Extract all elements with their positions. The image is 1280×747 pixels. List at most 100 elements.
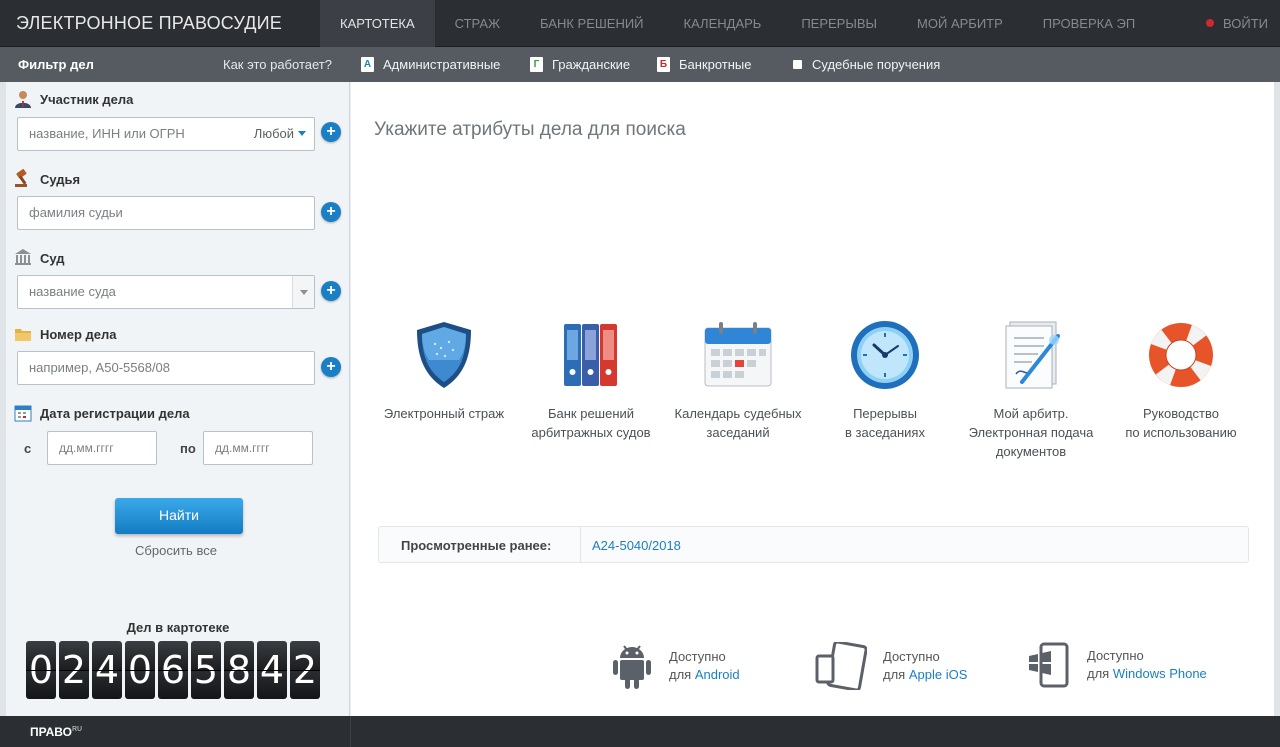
service-calendar[interactable]: Календарь судебных заседаний — [667, 316, 809, 442]
date-from-label: с — [24, 441, 32, 456]
service-line: Электронная подача — [968, 425, 1094, 440]
person-icon — [15, 91, 31, 108]
nav-moy-arbitr[interactable]: МОЙ АРБИТР — [897, 0, 1023, 47]
date-from-placeholder: дд.мм.гггг — [59, 441, 114, 455]
for-label: для — [1087, 666, 1110, 681]
top-navbar: ЭЛЕКТРОННОЕ ПРАВОСУДИЕ КАРТОТЕКА СТРАЖ Б… — [0, 0, 1280, 47]
service-line: арбитражных судов — [531, 425, 651, 440]
role-value: Любой — [253, 126, 294, 141]
category-civil[interactable]: Г Гражданские — [530, 57, 630, 72]
clock-icon — [851, 321, 919, 389]
ios-text: Доступно для Apple iOS — [883, 648, 967, 684]
category-label: Гражданские — [552, 57, 631, 72]
app-windows-phone[interactable]: Доступно для Windows Phone — [1027, 642, 1207, 688]
service-moy-arbitr[interactable]: Мой арбитр. Электронная подача документо… — [961, 316, 1101, 461]
windows-phone-link[interactable]: Windows Phone — [1113, 666, 1207, 681]
counter-digit: 4 — [92, 641, 122, 699]
service-line: Мой арбитр. — [993, 406, 1069, 421]
counter-digit: 5 — [191, 641, 221, 699]
document-icon — [1005, 321, 1060, 389]
lifebuoy-icon — [1149, 323, 1213, 387]
service-line: заседаний — [706, 425, 770, 440]
service-elektronny-strazh[interactable]: Электронный страж — [374, 316, 514, 423]
judge-input[interactable]: фамилия судьи — [17, 196, 315, 230]
add-case-number-button[interactable]: + — [321, 357, 341, 377]
category-label: Административные — [383, 57, 501, 72]
divider — [580, 527, 581, 562]
nav-calendar[interactable]: КАЛЕНДАРЬ — [664, 0, 782, 47]
participant-input[interactable]: название, ИНН или ОГРН Любой — [17, 117, 315, 151]
service-line: Банк решений — [547, 406, 635, 421]
main-panel: Укажите атрибуты дела для поиска Электро… — [351, 82, 1274, 716]
how-it-works-link[interactable]: Как это работает? — [223, 57, 332, 72]
login-dot-icon — [1206, 19, 1215, 27]
cases-counter-label: Дел в картотеке — [126, 620, 230, 635]
date-to-placeholder: дд.мм.гггг — [215, 441, 270, 455]
pravo-logo-text: ПРАВО — [30, 725, 72, 739]
login-link[interactable]: ВОЙТИ — [1206, 0, 1268, 47]
android-link[interactable]: Android — [695, 667, 740, 682]
counter-digit: 6 — [158, 641, 188, 699]
add-participant-button[interactable]: + — [321, 122, 341, 142]
service-line: в заседаниях — [845, 425, 925, 440]
category-label: Банкротные — [679, 57, 752, 72]
badge-g-icon: Г — [530, 57, 543, 72]
case-number-placeholder: например, А50-5568/08 — [29, 360, 171, 375]
nav-pereryvy[interactable]: ПЕРЕРЫВЫ — [781, 0, 897, 47]
case-number-label: Номер дела — [40, 327, 117, 342]
square-icon — [793, 60, 802, 69]
counter-digit: 2 — [59, 641, 89, 699]
footer-bar: ПРАВОRU — [0, 716, 1280, 747]
participant-placeholder: название, ИНН или ОГРН — [29, 126, 185, 141]
date-to-input[interactable]: дд.мм.гггг — [203, 431, 313, 465]
participant-label: Участник дела — [40, 92, 134, 107]
cases-counter: 0 2 4 0 6 5 8 4 2 — [26, 641, 320, 699]
case-number-input[interactable]: например, А50-5568/08 — [17, 351, 315, 385]
windows-phone-text: Доступно для Windows Phone — [1087, 647, 1207, 683]
available-label: Доступно — [1087, 648, 1144, 663]
nav-kartoteka[interactable]: КАРТОТЕКА — [320, 0, 435, 47]
service-line: по использованию — [1125, 425, 1237, 440]
nav-bank-resheniy[interactable]: БАНК РЕШЕНИЙ — [520, 0, 664, 47]
main-nav: КАРТОТЕКА СТРАЖ БАНК РЕШЕНИЙ КАЛЕНДАРЬ П… — [320, 0, 1155, 47]
right-edge — [1274, 82, 1280, 716]
category-bankruptcy[interactable]: Б Банкротные — [657, 57, 752, 72]
service-line: Электронный страж — [383, 406, 505, 421]
service-line: Перерывы — [853, 406, 917, 421]
site-title[interactable]: ЭЛЕКТРОННОЕ ПРАВОСУДИЕ — [16, 13, 282, 34]
counter-digit: 8 — [224, 641, 254, 699]
nav-strazh[interactable]: СТРАЖ — [435, 0, 520, 47]
ios-link[interactable]: Apple iOS — [909, 667, 968, 682]
recent-case-link[interactable]: А24-5040/2018 — [592, 538, 681, 553]
chevron-down-icon — [298, 131, 306, 136]
role-dropdown[interactable]: Любой — [254, 118, 306, 150]
counter-digit: 2 — [290, 641, 320, 699]
add-judge-button[interactable]: + — [321, 202, 341, 222]
court-dropdown-button[interactable] — [292, 276, 314, 308]
windows-phone-icon — [1029, 642, 1069, 688]
court-select[interactable]: название суда — [17, 275, 315, 309]
for-label: для — [883, 667, 906, 682]
date-label: Дата регистрации дела — [40, 406, 190, 421]
service-bank-resheniy[interactable]: Банк решений арбитражных судов — [521, 316, 661, 442]
tablet-phone-icon — [815, 642, 867, 690]
pravo-logo[interactable]: ПРАВОRU — [30, 725, 82, 739]
binders-icon — [564, 324, 617, 386]
app-android[interactable]: Доступно для Android — [611, 642, 740, 690]
app-ios[interactable]: Доступно для Apple iOS — [815, 642, 967, 690]
date-to-label: по — [180, 441, 196, 456]
badge-b-icon: Б — [657, 57, 670, 72]
available-label: Доступно — [883, 649, 940, 664]
service-rukovodstvo[interactable]: Руководство по использованию — [1111, 316, 1251, 442]
add-court-button[interactable]: + — [321, 281, 341, 301]
category-administrative[interactable]: А Административные — [361, 57, 500, 72]
filter-sidebar: Участник дела название, ИНН или ОГРН Люб… — [6, 82, 350, 716]
nav-proverka-ep[interactable]: ПРОВЕРКА ЭП — [1023, 0, 1155, 47]
service-line: Календарь судебных — [674, 406, 802, 421]
category-court-orders[interactable]: Судебные поручения — [793, 57, 940, 72]
find-button[interactable]: Найти — [115, 498, 243, 534]
recently-viewed-label: Просмотренные ранее: — [401, 538, 552, 553]
service-pereryvy[interactable]: Перерывы в заседаниях — [815, 316, 955, 442]
date-from-input[interactable]: дд.мм.гггг — [47, 431, 157, 465]
reset-all-link[interactable]: Сбросить все — [6, 543, 346, 558]
